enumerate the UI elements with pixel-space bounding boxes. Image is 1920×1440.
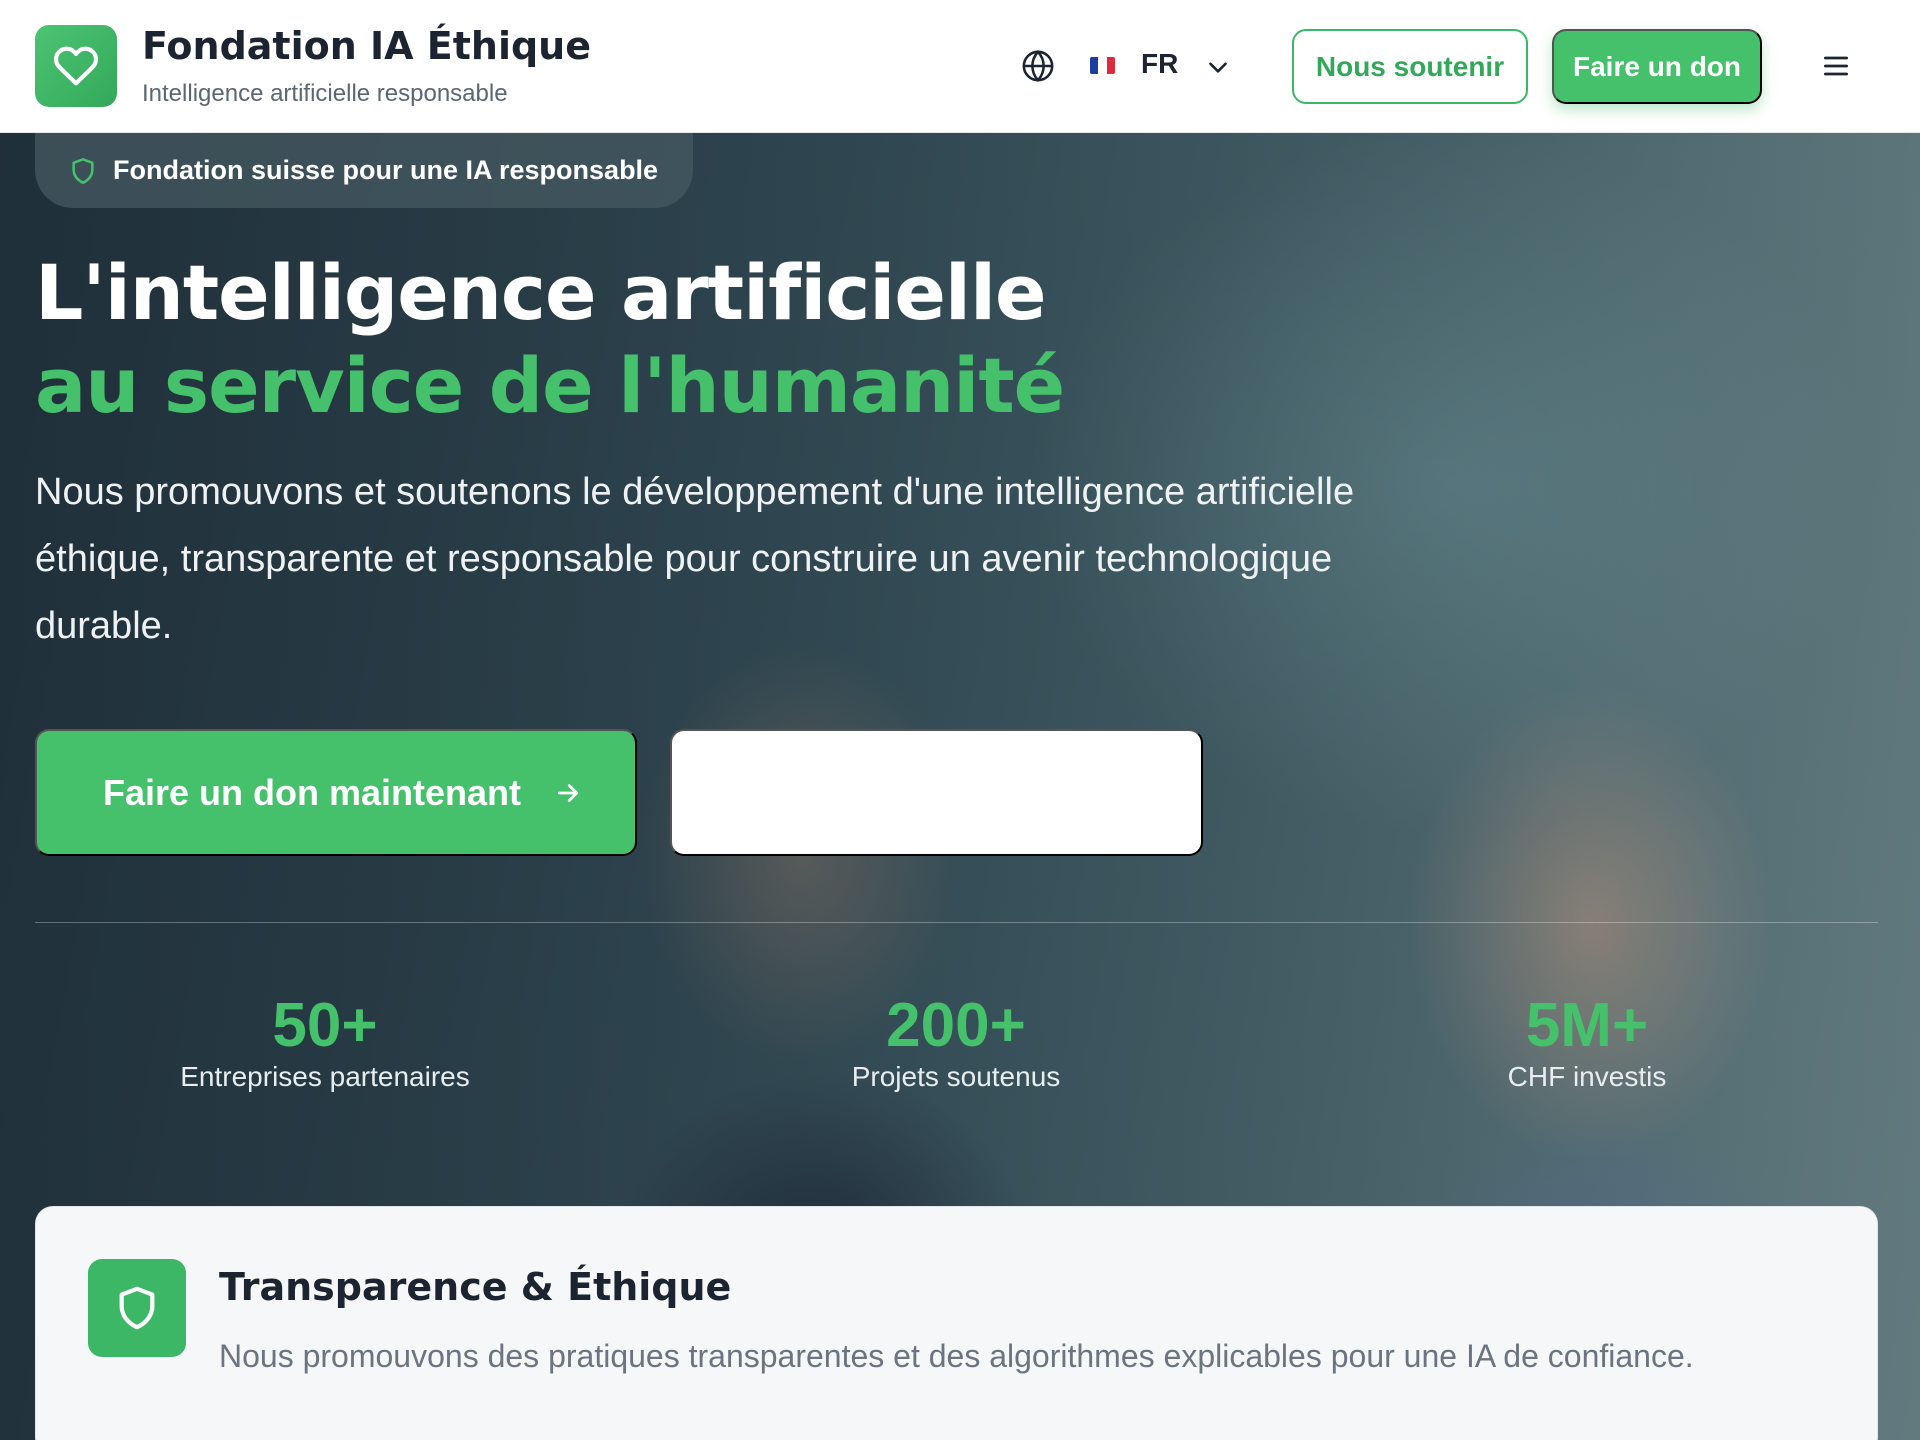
logo[interactable] <box>35 25 117 107</box>
stat-partners: 50+ Entreprises partenaires <box>115 991 535 1093</box>
hero-badge-label: Fondation suisse pour une IA responsable <box>113 155 659 185</box>
chevron-down-icon[interactable] <box>1205 54 1231 80</box>
feature-card-icon-box <box>88 1259 186 1357</box>
stat-label: Projets soutenus <box>851 1061 1061 1092</box>
shield-icon <box>119 1286 155 1330</box>
feature-card: Transparence & Éthique Nous promouvons d… <box>35 1206 1878 1440</box>
shield-icon <box>72 157 94 184</box>
brand-title[interactable]: Fondation IA Éthique <box>142 24 591 68</box>
stat-label: CHF investis <box>1507 1061 1667 1092</box>
divider <box>35 922 1878 923</box>
hero-description: Nous promouvons et soutenons le développ… <box>35 471 1355 647</box>
stat-value: 50+ <box>272 991 378 1060</box>
stat-value: 5M+ <box>1525 991 1649 1060</box>
feature-card-title: Transparence & Éthique <box>219 1265 732 1309</box>
brand-subtitle: Intelligence artificielle responsable <box>142 80 508 107</box>
menu-icon[interactable] <box>1820 50 1852 82</box>
site-header: Fondation IA Éthique Intelligence artifi… <box>0 0 1920 133</box>
hero-title-accent: au service de l'humanité <box>35 341 1065 430</box>
stat-label: Entreprises partenaires <box>180 1061 470 1092</box>
hero-badge: Fondation suisse pour une IA responsable <box>35 133 693 208</box>
donate-now-button[interactable]: Faire un don maintenant <box>35 729 637 856</box>
arrow-right-icon <box>557 783 579 802</box>
support-button[interactable]: Nous soutenir <box>1292 29 1528 104</box>
stat-invested: 5M+ CHF investis <box>1377 991 1797 1093</box>
feature-card-description: Nous promouvons des pratiques transparen… <box>219 1338 1694 1374</box>
hero-title: L'intelligence artificielle <box>35 248 1047 337</box>
stat-projects: 200+ Projets soutenus <box>746 991 1166 1093</box>
flag-fr-icon <box>1090 57 1115 74</box>
secondary-cta-button[interactable] <box>670 729 1203 856</box>
stat-value: 200+ <box>886 991 1026 1060</box>
language-selector[interactable]: FR <box>1141 48 1178 80</box>
donate-now-label: Faire un don maintenant <box>103 771 522 813</box>
donate-button[interactable]: Faire un don <box>1552 29 1762 104</box>
heart-icon <box>53 46 99 86</box>
globe-icon[interactable] <box>1021 49 1055 83</box>
